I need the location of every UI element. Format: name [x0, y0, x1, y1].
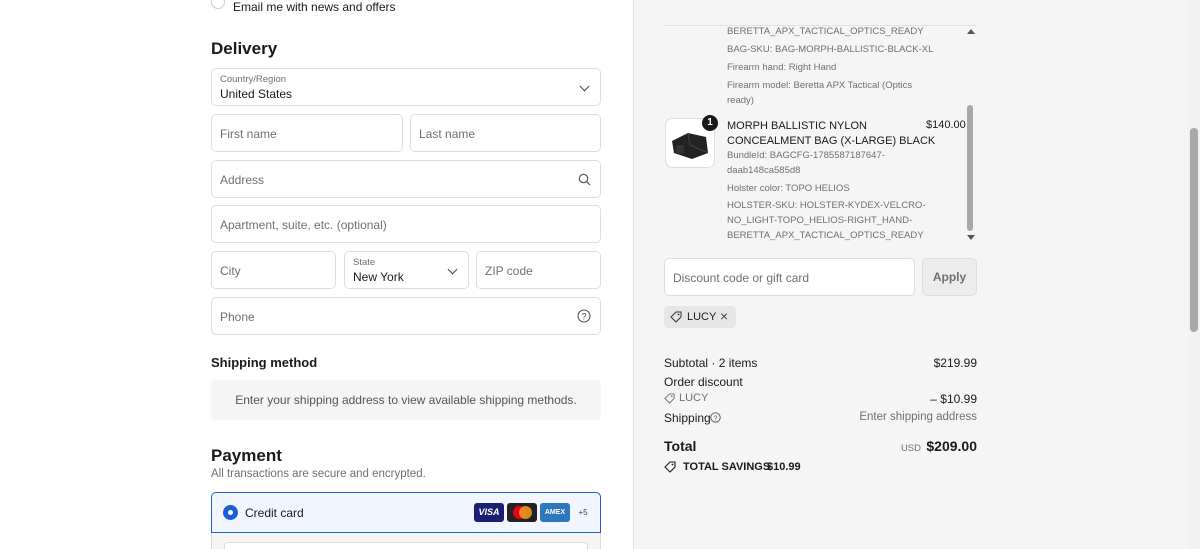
item-title-line1: MORPH BALLISTIC NYLON [727, 120, 867, 132]
credit-card-radio[interactable] [223, 505, 238, 520]
first-name-field[interactable]: First name [211, 114, 403, 152]
country-select[interactable]: Country/Region United States [211, 68, 601, 106]
country-label: Country/Region [220, 74, 287, 85]
apply-button[interactable]: Apply [922, 258, 977, 296]
subtotal-label: Subtotal · 2 items [664, 356, 758, 370]
prev-item-detail: BERETTA_APX_TACTICAL_OPTICS_READY [727, 26, 924, 37]
applied-code-label: LUCY [687, 311, 717, 323]
phone-placeholder: Phone [220, 310, 255, 324]
order-discount-row: Order discount [664, 375, 977, 389]
svg-text:?: ? [581, 312, 586, 322]
shipping-method-message: Enter your shipping address to view avai… [211, 380, 601, 420]
amex-icon: AMEX [540, 503, 570, 522]
subtotal-row: Subtotal · 2 items $219.99 [664, 356, 977, 370]
prev-item-detail: ready) [727, 95, 754, 106]
item-title-line2: CONCEALMENT BAG (X-LARGE) BLACK [727, 135, 936, 147]
last-name-field[interactable]: Last name [410, 114, 601, 152]
item-detail: BundleId: BAGCFG-1785587187647- [727, 150, 885, 161]
item-detail: HOLSTER-SKU: HOLSTER-KYDEX-VELCRO- [727, 200, 926, 211]
chevron-down-icon [579, 81, 590, 92]
prev-item-detail: Firearm model: Beretta APX Tactical (Opt… [727, 80, 913, 91]
phone-field[interactable]: Phone ? [211, 297, 601, 335]
apartment-field[interactable]: Apartment, suite, etc. (optional) [211, 205, 601, 243]
shipping-value: Enter shipping address [859, 411, 977, 423]
help-icon[interactable]: ? [710, 412, 721, 423]
quantity-badge: 1 [702, 115, 718, 131]
state-select[interactable]: State New York [344, 251, 469, 289]
first-name-placeholder: First name [220, 127, 277, 141]
line-items-scrollbar[interactable] [965, 27, 975, 242]
total-value: $209.00 [926, 438, 977, 454]
address-placeholder: Address [220, 173, 265, 187]
order-discount-label: Order discount [664, 375, 743, 389]
svg-text:?: ? [714, 415, 718, 422]
tag-icon [664, 393, 675, 404]
item-detail: Holster color: TOPO HELIOS [727, 183, 850, 194]
newsletter-checkbox[interactable] [211, 0, 225, 9]
more-cards-badge: +5 [578, 508, 588, 517]
discount-placeholder: Discount code or gift card [673, 271, 810, 285]
item-detail: daab148ca585d8 [727, 165, 801, 176]
scroll-up-arrow-icon[interactable] [967, 29, 975, 34]
country-value: United States [220, 87, 293, 101]
item-price: $140.00 [926, 119, 966, 131]
search-icon [578, 173, 591, 186]
card-fields-container [211, 533, 601, 549]
last-name-placeholder: Last name [419, 127, 476, 141]
chevron-down-icon [447, 264, 458, 275]
discount-code-label: LUCY [679, 392, 709, 404]
tag-icon [670, 311, 682, 323]
prev-item-detail: BAG-SKU: BAG-MORPH-BALLISTIC-BLACK-XL [727, 44, 934, 55]
subtotal-value: $219.99 [933, 356, 977, 370]
address-field[interactable]: Address [211, 160, 601, 198]
shipping-label: Shipping [664, 411, 711, 425]
total-savings-label: TOTAL SAVINGS [683, 461, 771, 473]
city-placeholder: City [220, 264, 241, 278]
help-icon[interactable]: ? [577, 309, 591, 323]
scroll-down-arrow-icon[interactable] [967, 235, 975, 240]
shipping-method-heading: Shipping method [211, 355, 318, 370]
currency-code: USD [900, 443, 921, 454]
total-label: Total [664, 438, 697, 454]
city-field[interactable]: City [211, 251, 336, 289]
page-scrollbar[interactable] [1188, 0, 1200, 549]
total-savings-value: $10.99 [767, 461, 801, 473]
apartment-placeholder: Apartment, suite, etc. (optional) [220, 218, 387, 232]
visa-icon: VISA [474, 503, 504, 522]
prev-item-detail: Firearm hand: Right Hand [727, 62, 837, 73]
payment-heading: Payment [211, 446, 282, 465]
delivery-heading: Delivery [211, 39, 278, 58]
shipping-row: Shipping ? Enter shipping address [664, 411, 977, 425]
mastercard-icon [507, 503, 537, 522]
line-items-scroll-thumb[interactable] [967, 105, 973, 231]
state-value: New York [353, 270, 404, 284]
state-label: State [353, 257, 376, 268]
payment-subheading: All transactions are secure and encrypte… [211, 468, 426, 480]
credit-card-option[interactable]: Credit card VISA AMEX +5 [211, 492, 601, 533]
total-row: Total USD $209.00 [664, 438, 977, 458]
zip-field[interactable]: ZIP code [476, 251, 601, 289]
checkout-form-pane: Email me with news and offers Delivery C… [0, 0, 633, 549]
credit-card-label: Credit card [245, 506, 304, 520]
tag-icon [664, 461, 676, 473]
zip-placeholder: ZIP code [485, 264, 533, 278]
applied-code-tag: LUCY × [664, 306, 736, 328]
item-detail: NO_LIGHT-TOPO_HELIOS-RIGHT_HAND- [727, 215, 913, 226]
newsletter-label: Email me with news and offers [233, 0, 396, 14]
discount-code-input[interactable]: Discount code or gift card [664, 258, 915, 296]
remove-code-icon[interactable]: × [720, 308, 728, 324]
item-detail: BERETTA_APX_TACTICAL_OPTICS_READY [727, 230, 924, 241]
discount-value: – $10.99 [930, 392, 977, 406]
page-scroll-thumb[interactable] [1190, 128, 1198, 332]
